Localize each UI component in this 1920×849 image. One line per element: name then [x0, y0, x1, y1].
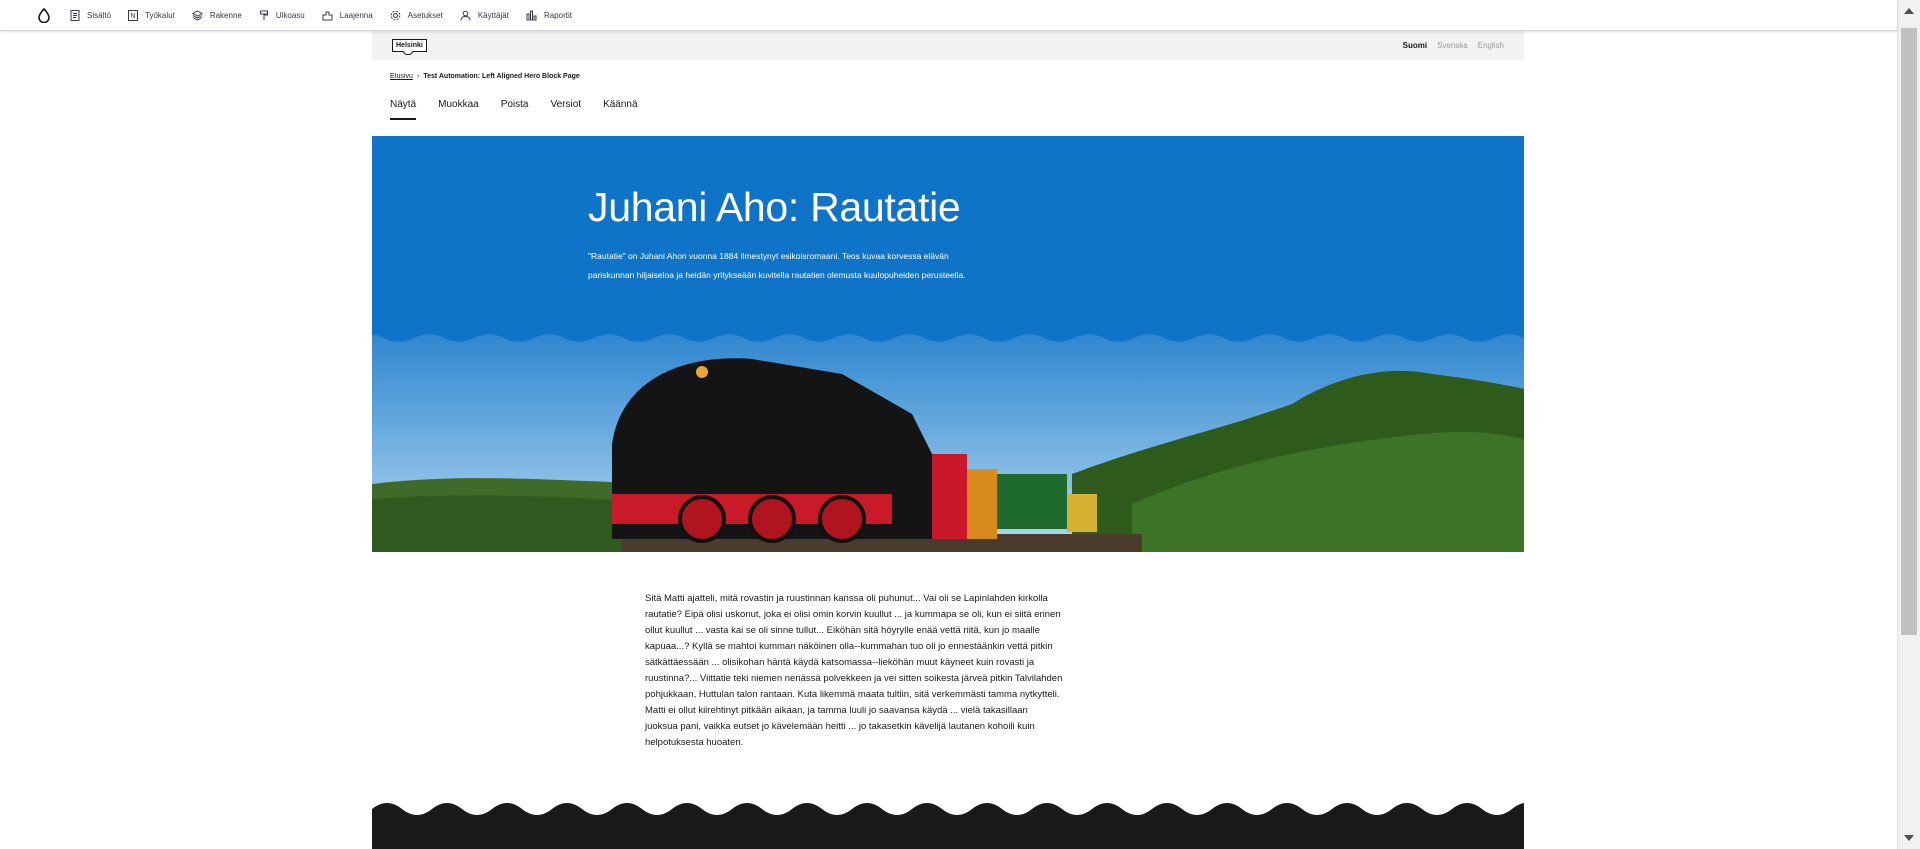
document-icon: [70, 9, 80, 21]
toolbar-item-label: Ulkoasu: [275, 10, 305, 20]
scrollbar-thumb[interactable]: [1901, 28, 1917, 635]
hero-train-image: [372, 334, 1524, 552]
language-switcher: Suomi Svenska English: [1403, 41, 1504, 50]
hero-title: Juhani Aho: Rautatie: [588, 184, 961, 230]
user-icon: [460, 10, 471, 21]
toolbar-item-extend[interactable]: Laajenna: [315, 0, 383, 31]
toolbar-item-tools[interactable]: N Työkalut: [121, 0, 185, 31]
toolbar-item-appearance[interactable]: Ulkoasu: [252, 0, 315, 31]
toolbar-item-structure[interactable]: Rakenne: [185, 0, 252, 31]
toolbar-item-label: Käyttäjät: [477, 10, 509, 20]
breadcrumb-home-link[interactable]: Etusivu: [390, 73, 413, 80]
scroll-up-icon[interactable]: [1904, 8, 1914, 14]
toolbar-item-users[interactable]: Käyttäjät: [453, 0, 519, 31]
tab-translate[interactable]: Käännä: [603, 99, 637, 120]
breadcrumb: Etusivu › Test Automation: Left Aligned …: [390, 73, 580, 80]
chevron-right-icon: ›: [416, 73, 420, 80]
local-tasks-tabs: Näytä Muokkaa Poista Versiot Käännä: [390, 99, 638, 120]
drupal-logo-icon[interactable]: [25, 0, 63, 31]
language-en[interactable]: English: [1478, 41, 1504, 50]
footer-koros: [372, 803, 1524, 849]
reports-icon: [526, 10, 537, 20]
toolbar-item-label: Asetukset: [407, 10, 443, 20]
toolbar-item-label: Raportit: [543, 10, 572, 20]
extend-icon: [322, 11, 333, 20]
gear-icon: [390, 10, 400, 20]
breadcrumb-current: Test Automation: Left Aligned Hero Block…: [423, 73, 580, 80]
vertical-scrollbar[interactable]: [1897, 0, 1920, 849]
admin-toolbar: Sisältö N Työkalut Rakenne Ulkoasu Laaje…: [0, 0, 1897, 31]
toolbar-item-label: Laajenna: [339, 10, 373, 20]
toolbar-item-reports[interactable]: Raportit: [519, 0, 582, 31]
language-fi[interactable]: Suomi: [1403, 41, 1427, 50]
appearance-icon: [259, 10, 268, 20]
site-header: Helsinki Suomi Svenska English: [372, 31, 1524, 60]
hero-block: Juhani Aho: Rautatie "Rautatie" on Juhan…: [372, 136, 1524, 552]
toolbar-item-label: Työkalut: [145, 10, 175, 20]
page-container: Helsinki Suomi Svenska English Etusivu ›…: [372, 31, 1524, 849]
tools-icon: N: [128, 9, 139, 21]
tab-revisions[interactable]: Versiot: [551, 99, 582, 120]
structure-icon: [191, 9, 203, 21]
tab-view[interactable]: Näytä: [390, 99, 417, 120]
language-sv[interactable]: Svenska: [1437, 41, 1468, 50]
toolbar-item-settings[interactable]: Asetukset: [383, 0, 453, 31]
toolbar-item-label: Rakenne: [209, 10, 242, 20]
toolbar-item-content[interactable]: Sisältö: [63, 0, 121, 31]
tab-delete[interactable]: Poista: [501, 99, 529, 120]
body-text: Sitä Matti ajatteli, mitä rovastin ja ru…: [645, 593, 1063, 748]
toolbar-item-label: Sisältö: [87, 10, 112, 20]
svg-text:N: N: [131, 13, 136, 20]
helsinki-logo[interactable]: Helsinki: [392, 39, 427, 55]
hero-description: "Rautatie" on Juhani Ahon vuonna 1884 il…: [588, 251, 966, 280]
scroll-down-icon[interactable]: [1904, 835, 1914, 841]
tab-edit[interactable]: Muokkaa: [438, 99, 479, 120]
